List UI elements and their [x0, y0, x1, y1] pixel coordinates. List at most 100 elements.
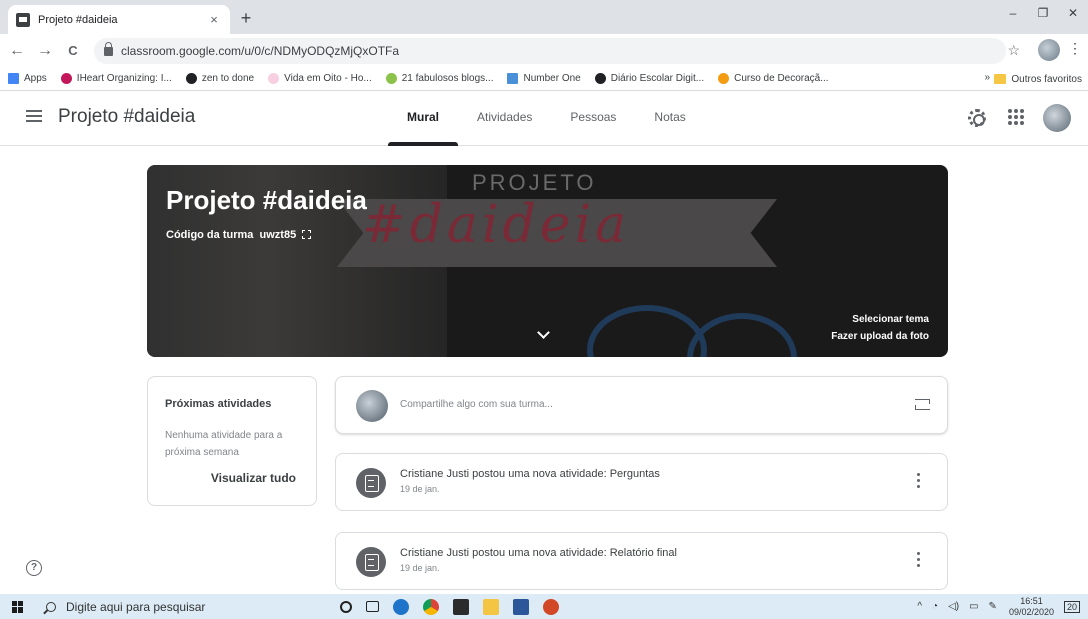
tab-title: Projeto #daideia [38, 13, 118, 26]
url-text: classroom.google.com/u/0/c/NDMyODQzMjQxO… [121, 44, 400, 58]
upcoming-empty-text: Nenhuma atividade para a próxima semana [165, 430, 283, 458]
bookmarks-overflow-button[interactable]: » [984, 72, 990, 83]
bookmark-item[interactable]: Diário Escolar Digit... [594, 73, 704, 84]
reload-button[interactable]: C [62, 43, 84, 58]
clock[interactable]: 16:51 09/02/2020 [1009, 596, 1054, 618]
post-title: Cristiane Justi postou uma nova atividad… [400, 547, 677, 559]
search-icon [46, 601, 56, 612]
tab-atividades[interactable]: Atividades [458, 92, 551, 146]
browser-profile-avatar[interactable] [1038, 39, 1060, 61]
restore-button[interactable]: ❐ [1028, 0, 1058, 26]
select-theme-link[interactable]: Selecionar tema [852, 314, 929, 325]
upcoming-card: Próximas atividades Nenhuma atividade pa… [147, 376, 317, 506]
more-options-icon[interactable] [917, 552, 921, 568]
clock-date: 09/02/2020 [1008, 606, 1054, 617]
upcoming-title: Próximas atividades [165, 398, 272, 410]
bookmark-favicon-icon [268, 73, 280, 84]
windows-taskbar: Digite aqui para pesquisar ^ ◔ ◁) ▭ ✎ 16… [0, 594, 1088, 619]
classroom-header: Projeto #daideia Mural Atividades Pessoa… [0, 92, 1088, 146]
address-bar[interactable]: classroom.google.com/u/0/c/NDMyODQzMjQxO… [94, 38, 1006, 64]
bookmark-favicon-icon [594, 73, 606, 84]
browser-tab[interactable]: Projeto #daideia × [8, 5, 230, 34]
upload-photo-link[interactable]: Fazer upload da foto [831, 331, 929, 342]
edge-icon[interactable] [393, 598, 409, 615]
browser-tabstrip: Projeto #daideia × + – ❐ ✕ [0, 0, 1088, 34]
browser-menu-icon[interactable]: ⋮ [1068, 40, 1082, 57]
bookmark-favicon-icon [718, 73, 730, 84]
class-code-label: Código da turma [166, 229, 254, 241]
bookmark-item[interactable]: zen to done [185, 73, 254, 84]
mail-icon[interactable] [453, 598, 469, 615]
system-tray: ^ ◔ ◁) ▭ ✎ 16:51 09/02/2020 20 [907, 594, 1080, 619]
powerpoint-icon[interactable] [543, 598, 559, 615]
chrome-icon[interactable] [423, 598, 439, 615]
tab-close-icon[interactable]: × [206, 12, 222, 27]
bookmark-favicon-icon [385, 73, 397, 84]
tab-mural[interactable]: Mural [388, 92, 459, 146]
apps-icon [8, 73, 19, 84]
class-code: Código da turma uwzt85 [166, 229, 312, 241]
forward-button[interactable]: → [34, 42, 56, 60]
bookmark-favicon-icon [60, 73, 72, 84]
close-window-button[interactable]: ✕ [1058, 0, 1088, 26]
minimize-button[interactable]: – [998, 0, 1028, 26]
bookmark-favicon-icon [185, 73, 197, 84]
network-icon[interactable]: ◔ [932, 601, 938, 612]
post-title: Cristiane Justi postou uma nova atividad… [400, 468, 660, 480]
repost-icon[interactable] [915, 396, 930, 412]
bookmark-item[interactable]: IHeart Organizing: I... [60, 73, 172, 84]
google-apps-icon[interactable] [1008, 109, 1024, 125]
share-box[interactable]: Compartilhe algo com sua turma... [335, 376, 948, 434]
settings-gear-icon[interactable] [968, 109, 986, 127]
taskbar-search[interactable]: Digite aqui para pesquisar [46, 600, 326, 614]
classroom-favicon-icon [16, 12, 30, 27]
class-tabs: Mural Atividades Pessoas Notas [388, 92, 705, 146]
bookmark-item[interactable]: Number One [507, 73, 581, 84]
class-title[interactable]: Projeto #daideia [58, 106, 195, 128]
bookmark-item[interactable]: Vida em Oito - Ho... [268, 73, 372, 84]
pen-icon[interactable]: ✎ [989, 601, 997, 612]
assignment-icon [356, 547, 386, 577]
window-controls: – ❐ ✕ [998, 0, 1088, 26]
tab-pessoas[interactable]: Pessoas [551, 92, 635, 146]
view-all-link[interactable]: Visualizar tudo [211, 471, 296, 485]
browser-toolbar: ← → C classroom.google.com/u/0/c/NDMyODQ… [0, 34, 1088, 67]
more-options-icon[interactable] [917, 473, 921, 489]
post-date: 19 de jan. [400, 484, 440, 494]
cortana-icon[interactable] [340, 600, 352, 613]
share-placeholder[interactable]: Compartilhe algo com sua turma... [400, 399, 553, 410]
volume-icon[interactable]: ◁) [948, 601, 959, 612]
windows-start-icon[interactable] [12, 600, 24, 613]
account-avatar[interactable] [1043, 104, 1071, 132]
banner-art-daideia: #daideia [362, 195, 631, 255]
tab-notas[interactable]: Notas [635, 92, 704, 146]
battery-icon[interactable]: ▭ [969, 601, 978, 612]
taskbar-search-placeholder: Digite aqui para pesquisar [66, 599, 206, 614]
fullscreen-icon[interactable] [302, 230, 312, 239]
file-explorer-icon[interactable] [483, 598, 499, 615]
help-icon[interactable]: ? [26, 560, 42, 576]
banner-decoration [687, 313, 797, 357]
bookmarks-bar: Apps IHeart Organizing: I... zen to done… [0, 67, 1088, 91]
post-date: 19 de jan. [400, 563, 440, 573]
bookmark-item[interactable]: 21 fabulosos blogs... [385, 73, 493, 84]
bookmark-item[interactable]: Apps [8, 73, 47, 84]
word-icon[interactable] [513, 598, 529, 615]
stream-post[interactable]: Cristiane Justi postou uma nova atividad… [335, 453, 948, 511]
hashtag-icon [507, 73, 519, 84]
stream-post[interactable]: Cristiane Justi postou uma nova atividad… [335, 532, 948, 590]
screen: Projeto #daideia × + – ❐ ✕ ← → C classro… [0, 0, 1088, 619]
class-code-value: uwzt85 [259, 229, 297, 241]
task-view-icon[interactable] [366, 601, 379, 612]
back-button[interactable]: ← [6, 42, 28, 60]
class-banner: PROJETO #daideia Projeto #daideia Código… [147, 165, 948, 357]
chevron-down-icon[interactable] [537, 326, 550, 339]
folder-icon [994, 74, 1007, 84]
other-bookmarks-folder[interactable]: Outros favoritos [994, 67, 1082, 91]
main-menu-icon[interactable] [26, 110, 42, 122]
new-tab-button[interactable]: + [236, 8, 256, 28]
bookmark-item[interactable]: Curso de Decoraçã... [718, 73, 829, 84]
notifications-icon[interactable]: 20 [1063, 600, 1080, 613]
bookmark-star-icon[interactable]: ☆ [1007, 42, 1020, 59]
chevron-up-icon[interactable]: ^ [917, 601, 922, 612]
